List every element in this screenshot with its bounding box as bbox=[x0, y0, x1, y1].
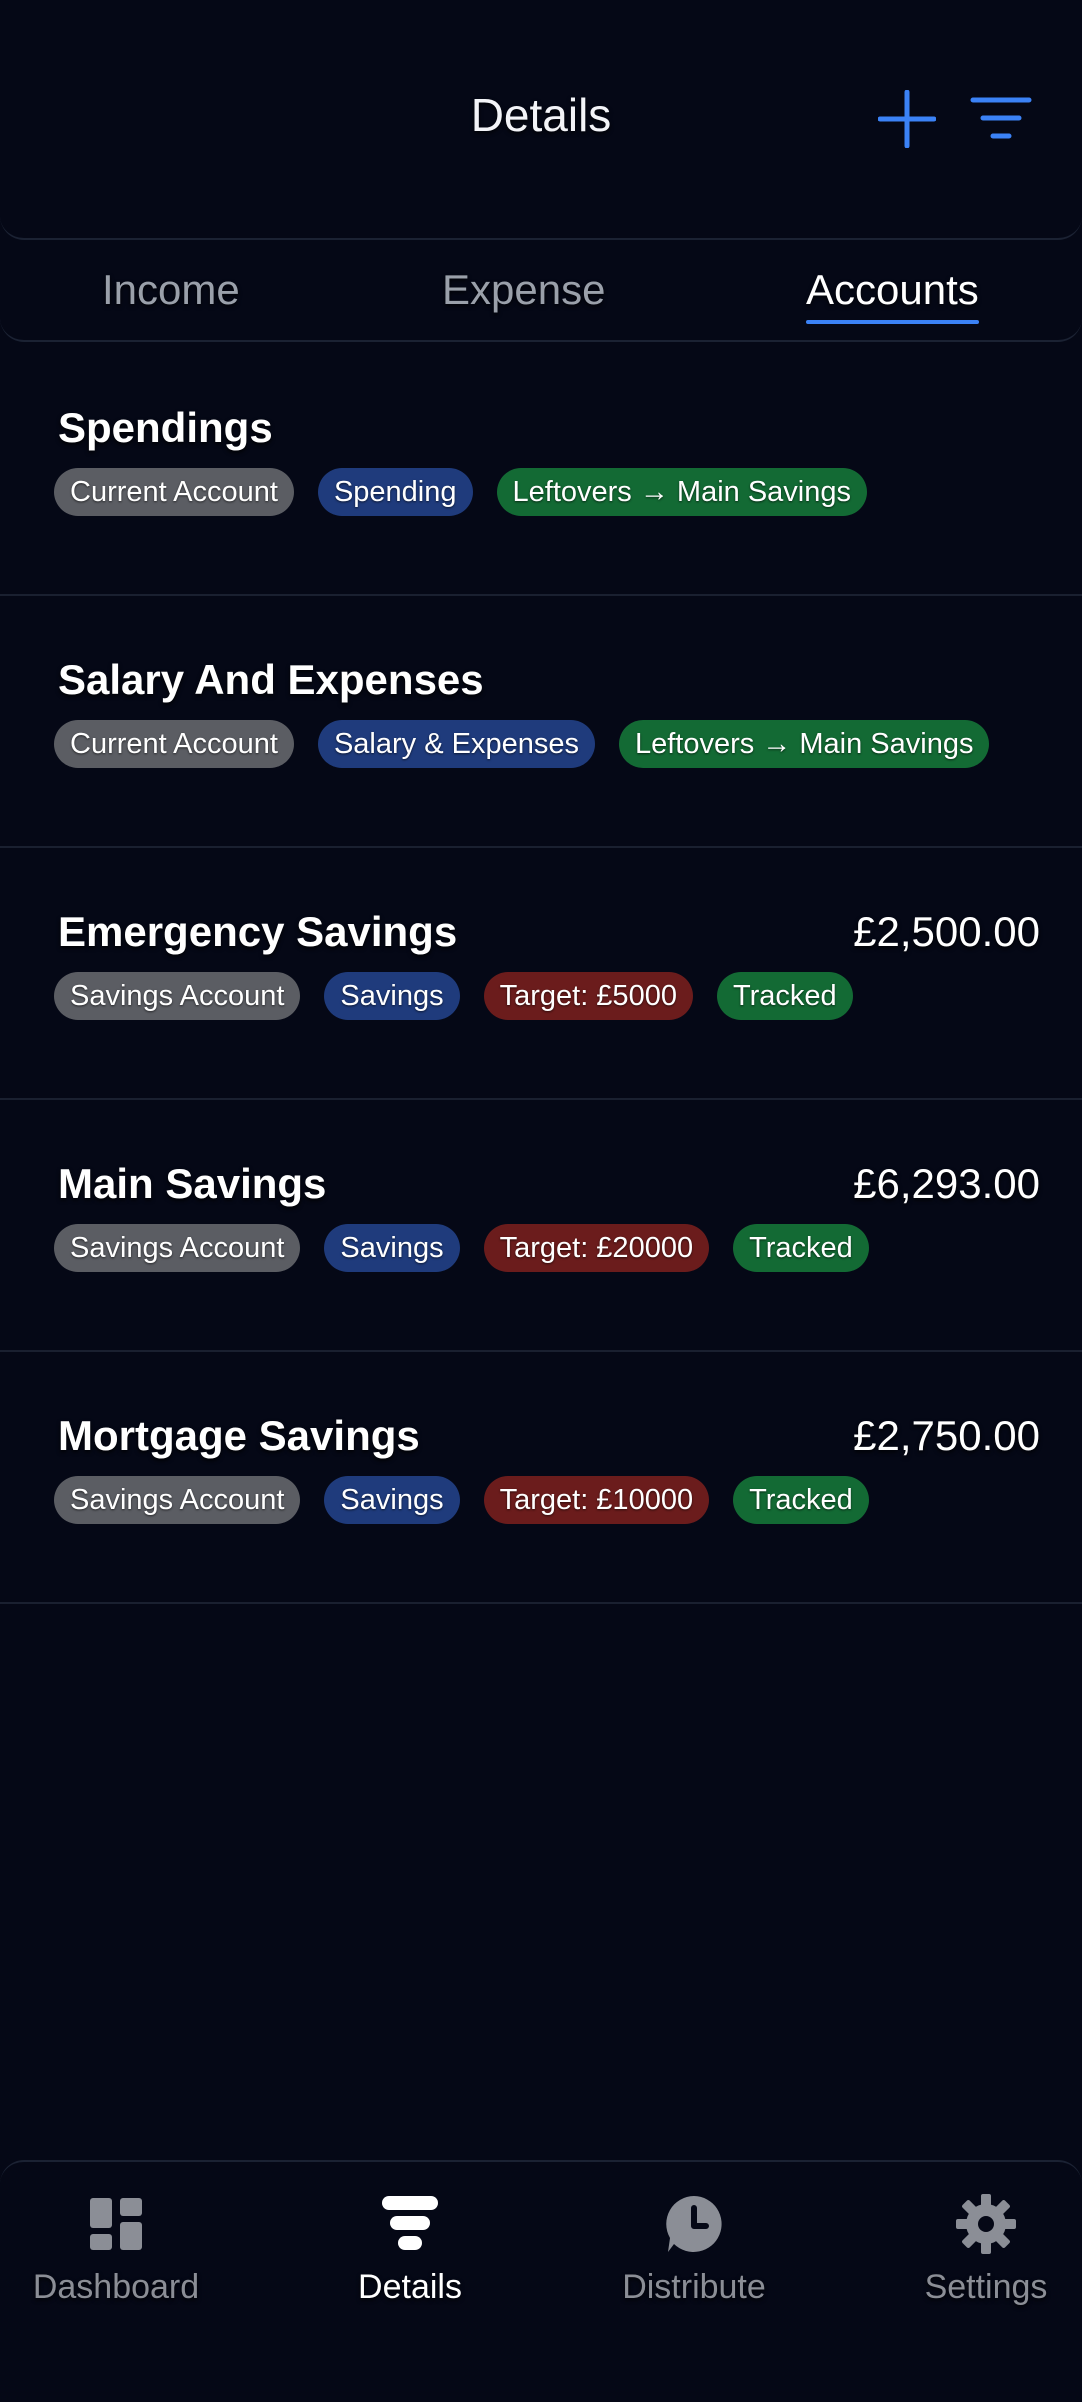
account-row[interactable]: Salary And Expenses Current Account Sala… bbox=[0, 596, 1082, 848]
account-name: Main Savings bbox=[58, 1160, 327, 1207]
nav-details[interactable]: Details bbox=[300, 2192, 520, 2307]
nav-label: Settings bbox=[924, 2268, 1048, 2306]
account-type-tag: Current Account bbox=[54, 720, 294, 768]
account-row[interactable]: Main Savings £6,293.00 Savings Account S… bbox=[0, 1100, 1082, 1352]
account-type-tag: Savings Account bbox=[54, 1476, 301, 1524]
target-tag: Target: £5000 bbox=[483, 972, 693, 1020]
tracked-tag: Tracked bbox=[716, 972, 853, 1020]
nav-label: Dashboard bbox=[32, 2268, 200, 2306]
account-name: Spendings bbox=[58, 404, 273, 451]
account-name: Mortgage Savings bbox=[58, 1412, 420, 1459]
account-tags: Savings Account Savings Target: £20000 T… bbox=[54, 1224, 869, 1272]
settings-icon bbox=[956, 2194, 1016, 2254]
details-icon bbox=[382, 2196, 438, 2250]
nav-distribute[interactable]: Distribute bbox=[584, 2192, 804, 2307]
account-type-tag: Savings Account bbox=[54, 972, 301, 1020]
category-tag: Savings bbox=[324, 1224, 460, 1272]
active-tab-indicator bbox=[806, 320, 979, 324]
tab-accounts[interactable]: Accounts bbox=[806, 266, 979, 324]
tracked-tag: Tracked bbox=[733, 1476, 869, 1524]
tab-bar: Income Expense Accounts bbox=[0, 242, 1082, 342]
tab-label: Accounts bbox=[806, 266, 979, 313]
app-header: Details bbox=[0, 0, 1082, 240]
account-name: Salary And Expenses bbox=[58, 656, 484, 703]
leftovers-tag: Leftovers → Main Savings bbox=[618, 720, 990, 768]
account-balance: £6,293.00 bbox=[853, 1160, 1040, 1207]
nav-label: Details bbox=[358, 2268, 462, 2306]
nav-dashboard[interactable]: Dashboard bbox=[6, 2192, 226, 2307]
plus-icon bbox=[877, 89, 937, 149]
dashboard-icon bbox=[90, 2198, 142, 2250]
account-name: Emergency Savings bbox=[58, 908, 458, 955]
account-tags: Current Account Salary & Expenses Leftov… bbox=[54, 720, 990, 768]
account-tags: Savings Account Savings Target: £5000 Tr… bbox=[54, 972, 853, 1020]
tab-label: Expense bbox=[442, 266, 606, 313]
bottom-navigation: Dashboard Details Distribute Settings bbox=[0, 2160, 1082, 2402]
leftovers-tag: Leftovers → Main Savings bbox=[496, 468, 867, 516]
tab-income[interactable]: Income bbox=[102, 266, 240, 314]
account-tags: Savings Account Savings Target: £10000 T… bbox=[54, 1476, 869, 1524]
category-tag: Savings bbox=[324, 972, 460, 1020]
account-balance: £2,750.00 bbox=[853, 1412, 1040, 1459]
add-button[interactable] bbox=[877, 89, 937, 149]
category-tag: Salary & Expenses bbox=[317, 720, 595, 768]
account-row[interactable]: Spendings Current Account Spending Lefto… bbox=[0, 344, 1082, 596]
category-tag: Savings bbox=[324, 1476, 460, 1524]
account-row[interactable]: Emergency Savings £2,500.00 Savings Acco… bbox=[0, 848, 1082, 1100]
distribute-icon bbox=[666, 2196, 722, 2252]
filter-icon bbox=[970, 97, 1032, 139]
tracked-tag: Tracked bbox=[733, 1224, 869, 1272]
account-type-tag: Savings Account bbox=[54, 1224, 301, 1272]
target-tag: Target: £20000 bbox=[483, 1224, 710, 1272]
account-type-tag: Current Account bbox=[54, 468, 294, 516]
nav-label: Distribute bbox=[622, 2268, 766, 2306]
account-balance: £2,500.00 bbox=[853, 908, 1040, 955]
account-tags: Current Account Spending Leftovers → Mai… bbox=[54, 468, 867, 516]
tab-label: Income bbox=[102, 266, 240, 313]
filter-button[interactable] bbox=[970, 94, 1032, 144]
tab-expense[interactable]: Expense bbox=[442, 266, 605, 314]
category-tag: Spending bbox=[317, 468, 473, 516]
account-row[interactable]: Mortgage Savings £2,750.00 Savings Accou… bbox=[0, 1352, 1082, 1604]
target-tag: Target: £10000 bbox=[483, 1476, 710, 1524]
nav-settings[interactable]: Settings bbox=[876, 2192, 1082, 2307]
